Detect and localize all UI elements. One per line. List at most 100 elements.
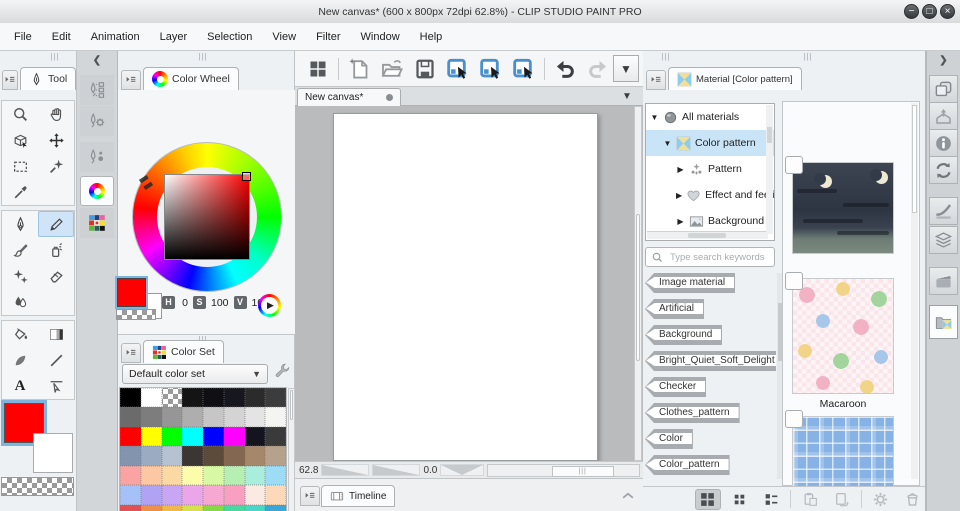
panel-grip[interactable] <box>188 51 218 62</box>
brush-tool[interactable] <box>2 237 38 263</box>
open-file-button[interactable] <box>379 56 405 82</box>
color-swatch[interactable] <box>223 426 245 447</box>
color-swatch[interactable] <box>120 485 141 505</box>
delete-material-button[interactable] <box>899 489 925 510</box>
canvas-horizontal-scrollbar[interactable]: ||| <box>487 463 640 477</box>
chevron-right-icon[interactable]: ▶ <box>676 191 682 200</box>
zoom-tool[interactable] <box>2 101 38 127</box>
selection-tool[interactable] <box>2 153 38 179</box>
view-large-grid-button[interactable] <box>695 488 721 510</box>
color-swatch[interactable] <box>140 504 162 511</box>
color-set-dropdown[interactable]: Default color set ▼ <box>122 364 268 384</box>
rotate-slider[interactable] <box>440 464 485 476</box>
color-swatch[interactable] <box>223 407 245 427</box>
tab-timeline[interactable]: Timeline <box>321 485 396 507</box>
eraser-tool[interactable] <box>38 263 74 289</box>
panel-grip[interactable] <box>40 51 70 62</box>
color-swatch[interactable] <box>244 465 266 486</box>
tree-item-pattern[interactable]: ▶ Pattern <box>646 156 774 182</box>
undo-button[interactable] <box>552 56 578 82</box>
zoom-slider[interactable] <box>321 464 370 476</box>
canvas-tab[interactable]: New canvas* <box>297 88 401 106</box>
color-swatch[interactable] <box>265 485 286 505</box>
tab-material[interactable]: Material [Color pattern] <box>668 67 802 90</box>
windows-button[interactable] <box>929 75 958 103</box>
collapse-left-icon[interactable]: ❮ <box>77 55 117 66</box>
tab-tool[interactable]: Tool <box>20 67 77 90</box>
export-material-button[interactable] <box>829 489 855 510</box>
material-search-box[interactable] <box>645 247 775 267</box>
pointer-button-1-button[interactable] <box>445 56 471 82</box>
color-swatch[interactable] <box>265 426 286 447</box>
material-folder-button[interactable] <box>929 305 958 339</box>
color-swatch[interactable] <box>244 446 266 466</box>
gradient-tool[interactable] <box>38 321 74 347</box>
palette-button-brush-size[interactable] <box>80 142 114 172</box>
hue-value[interactable]: 0 <box>180 297 188 309</box>
background-color-swatch[interactable] <box>33 433 73 473</box>
command-bar-more-button[interactable]: ▼ <box>613 55 639 82</box>
color-swatch[interactable] <box>203 446 224 466</box>
color-swatch[interactable] <box>265 465 286 486</box>
upload-button[interactable] <box>929 102 958 130</box>
foreground-color-swatch[interactable] <box>115 276 148 309</box>
close-button[interactable]: × <box>940 4 955 19</box>
chevron-right-icon[interactable]: ▶ <box>676 217 685 226</box>
canvas-page[interactable] <box>333 113 598 461</box>
color-swatch[interactable] <box>182 407 203 427</box>
tree-item-all-materials[interactable]: ▼ All materials <box>646 104 774 130</box>
color-set-scrollbar[interactable] <box>288 388 295 511</box>
material-checkbox[interactable] <box>785 156 803 174</box>
panel-grip[interactable] <box>793 51 823 62</box>
figure-tool[interactable] <box>2 347 38 373</box>
color-swatch[interactable] <box>161 465 183 486</box>
color-swatch[interactable] <box>223 388 245 408</box>
color-swatch[interactable] <box>140 388 162 408</box>
redo-button[interactable] <box>585 56 611 82</box>
menu-window[interactable]: Window <box>351 31 410 43</box>
palette-button-color-set[interactable] <box>80 208 114 238</box>
material-settings-button[interactable] <box>868 489 894 510</box>
tree-horizontal-scrollbar[interactable] <box>647 231 768 239</box>
color-swatch[interactable] <box>223 465 245 486</box>
move-layer-tool[interactable] <box>38 127 74 153</box>
color-swatch[interactable] <box>161 446 183 466</box>
fill-tool[interactable] <box>2 321 38 347</box>
color-swatch[interactable] <box>203 465 224 486</box>
menu-file[interactable]: File <box>4 31 42 43</box>
tool-panel-menu-button[interactable] <box>2 70 18 90</box>
object-tool[interactable] <box>38 373 74 399</box>
color-set-panel-menu-button[interactable] <box>121 343 141 363</box>
view-list-button[interactable] <box>759 489 785 510</box>
color-swatch[interactable] <box>161 407 183 427</box>
save-button[interactable] <box>412 56 438 82</box>
edit-color-set-button[interactable] <box>274 362 291 379</box>
color-swatch[interactable] <box>140 407 162 427</box>
color-swatch[interactable] <box>223 446 245 466</box>
color-wheel-mode-button[interactable] <box>258 294 281 317</box>
color-swatch[interactable] <box>161 485 183 505</box>
tag-checker[interactable]: Checker <box>645 377 776 403</box>
tag-color[interactable]: Color <box>645 429 776 455</box>
color-swatch[interactable] <box>140 485 162 505</box>
layers-button[interactable] <box>929 226 958 254</box>
color-swatch[interactable] <box>265 407 286 427</box>
menu-edit[interactable]: Edit <box>42 31 81 43</box>
color-swatch[interactable] <box>140 446 162 466</box>
minimize-button[interactable]: − <box>904 4 919 19</box>
pencil-tool[interactable] <box>38 211 74 237</box>
color-swatch[interactable] <box>182 485 203 505</box>
color-swatch[interactable] <box>223 504 245 511</box>
tag-background[interactable]: Background <box>645 325 776 351</box>
canvas-vertical-scrollbar[interactable] <box>634 106 642 461</box>
color-swatch[interactable] <box>140 426 162 447</box>
new-canvas-button[interactable] <box>346 56 372 82</box>
color-swatch[interactable] <box>265 504 286 511</box>
color-swatch[interactable] <box>244 485 266 505</box>
timeline-panel-menu-button[interactable] <box>300 486 320 506</box>
canvas-viewport[interactable] <box>295 106 643 461</box>
chevron-down-icon[interactable]: ▼ <box>650 113 659 122</box>
pointer-button-2-button[interactable] <box>478 56 504 82</box>
zoom-value[interactable]: 62.8 <box>299 465 318 476</box>
tag-color-pattern[interactable]: Color_pattern <box>645 455 776 481</box>
